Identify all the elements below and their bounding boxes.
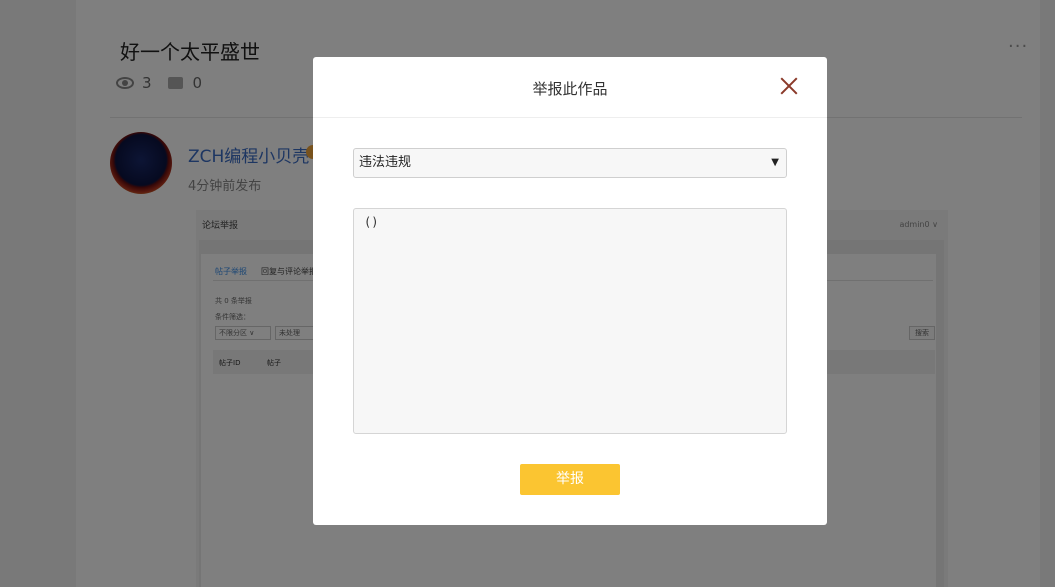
dialog-header: 举报此作品 — [313, 57, 827, 118]
close-icon[interactable] — [777, 74, 801, 98]
report-dialog: 举报此作品 违法违规 ▼ () 举报 — [313, 57, 827, 525]
report-reason-value: 违法违规 — [359, 155, 412, 170]
report-detail-textarea[interactable]: () — [353, 208, 787, 434]
report-submit-button[interactable]: 举报 — [520, 464, 620, 495]
report-reason-select[interactable]: 违法违规 ▼ — [353, 148, 787, 178]
dropdown-arrow-icon: ▼ — [771, 157, 779, 168]
dialog-title: 举报此作品 — [532, 80, 608, 98]
